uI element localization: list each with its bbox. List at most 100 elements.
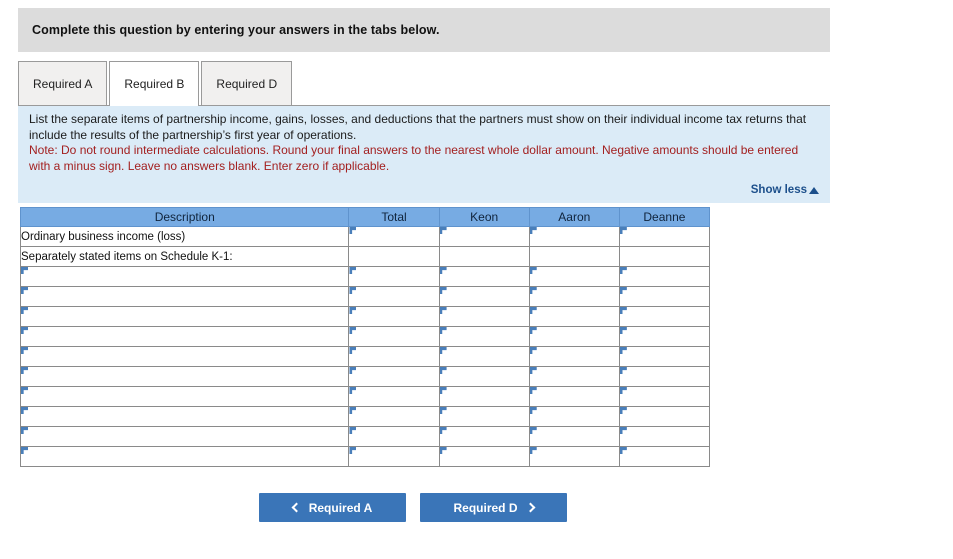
amount-input[interactable] bbox=[348, 286, 440, 307]
amount-input[interactable] bbox=[618, 226, 711, 247]
amount-input[interactable] bbox=[618, 346, 711, 367]
description-input[interactable] bbox=[19, 326, 350, 347]
amount-cell bbox=[618, 246, 711, 267]
column-header-deanne: Deanne bbox=[618, 207, 711, 227]
amount-input[interactable] bbox=[348, 226, 440, 247]
amount-input[interactable] bbox=[438, 406, 530, 427]
amount-input[interactable] bbox=[618, 266, 711, 287]
column-header-description: Description bbox=[19, 207, 350, 227]
table-row bbox=[19, 426, 711, 447]
description-input[interactable] bbox=[19, 286, 350, 307]
caret-up-icon bbox=[809, 186, 819, 194]
tab-label: Required A bbox=[33, 76, 93, 91]
amount-cell bbox=[528, 246, 620, 267]
description-label: Ordinary business income (loss) bbox=[19, 226, 350, 247]
amount-input[interactable] bbox=[348, 306, 440, 327]
amount-input[interactable] bbox=[528, 446, 620, 467]
description-input[interactable] bbox=[19, 366, 350, 387]
table-row bbox=[19, 446, 711, 467]
tab-required-d[interactable]: Required D bbox=[201, 61, 293, 105]
tab-strip: Required A Required B Required D bbox=[18, 60, 830, 106]
amount-input[interactable] bbox=[528, 386, 620, 407]
table-row bbox=[19, 346, 711, 367]
amount-input[interactable] bbox=[438, 346, 530, 367]
amount-input[interactable] bbox=[528, 286, 620, 307]
show-less-link[interactable]: Show less bbox=[751, 184, 819, 196]
description-input[interactable] bbox=[19, 446, 350, 467]
amount-input[interactable] bbox=[348, 366, 440, 387]
tab-label: Required B bbox=[124, 77, 185, 91]
amount-input[interactable] bbox=[528, 226, 620, 247]
amount-input[interactable] bbox=[438, 266, 530, 287]
instruction-text: List the separate items of partnership i… bbox=[29, 112, 807, 142]
banner-title: Complete this question by entering your … bbox=[32, 23, 440, 37]
amount-input[interactable] bbox=[348, 346, 440, 367]
amount-cell bbox=[348, 246, 440, 267]
table-row bbox=[19, 326, 711, 347]
prev-required-a-button[interactable]: Required A bbox=[259, 493, 406, 522]
question-banner: Complete this question by entering your … bbox=[18, 8, 830, 52]
prev-button-label: Required A bbox=[308, 500, 373, 515]
table-head: Description Total Keon Aaron Deanne bbox=[19, 207, 711, 227]
amount-input[interactable] bbox=[438, 386, 530, 407]
amount-input[interactable] bbox=[618, 286, 711, 307]
table-row bbox=[19, 286, 711, 307]
amount-input[interactable] bbox=[348, 426, 440, 447]
answer-table: Description Total Keon Aaron Deanne Ordinary… bbox=[19, 207, 711, 467]
amount-input[interactable] bbox=[618, 446, 711, 467]
description-input[interactable] bbox=[19, 306, 350, 327]
amount-input[interactable] bbox=[618, 386, 711, 407]
description-input[interactable] bbox=[19, 406, 350, 427]
table-row bbox=[19, 306, 711, 327]
amount-input[interactable] bbox=[438, 326, 530, 347]
description-input[interactable] bbox=[19, 386, 350, 407]
table-body: Ordinary business income (loss) Separatel… bbox=[19, 226, 711, 467]
amount-input[interactable] bbox=[438, 426, 530, 447]
instruction-note: Note: Do not round intermediate calculat… bbox=[29, 143, 799, 173]
description-input[interactable] bbox=[19, 346, 350, 367]
table-row bbox=[19, 366, 711, 387]
tab-label: Required D bbox=[216, 76, 278, 91]
amount-input[interactable] bbox=[528, 266, 620, 287]
amount-input[interactable] bbox=[348, 386, 440, 407]
amount-input[interactable] bbox=[348, 446, 440, 467]
amount-input[interactable] bbox=[528, 366, 620, 387]
table-row bbox=[19, 266, 711, 287]
chevron-left-icon bbox=[291, 502, 302, 513]
instructions-panel: List the separate items of partnership i… bbox=[18, 106, 830, 203]
table-row bbox=[19, 386, 711, 407]
amount-input[interactable] bbox=[618, 406, 711, 427]
table-row: Separately stated items on Schedule K-1: bbox=[19, 246, 711, 267]
amount-input[interactable] bbox=[438, 446, 530, 467]
chevron-right-icon bbox=[525, 502, 535, 513]
description-input[interactable] bbox=[19, 426, 350, 447]
show-less-label: Show less bbox=[750, 184, 807, 196]
amount-input[interactable] bbox=[618, 366, 711, 387]
amount-input[interactable] bbox=[528, 426, 620, 447]
amount-input[interactable] bbox=[438, 286, 530, 307]
tab-required-a[interactable]: Required A bbox=[18, 61, 108, 105]
next-required-d-button[interactable]: Required D bbox=[420, 493, 567, 522]
description-input[interactable] bbox=[19, 266, 350, 287]
amount-input[interactable] bbox=[618, 426, 711, 447]
amount-input[interactable] bbox=[438, 366, 530, 387]
amount-input[interactable] bbox=[438, 226, 530, 247]
navigation-buttons: Required A Required D bbox=[259, 493, 567, 522]
amount-input[interactable] bbox=[528, 306, 620, 327]
table-row bbox=[19, 406, 711, 427]
amount-cell bbox=[438, 246, 530, 267]
amount-input[interactable] bbox=[438, 306, 530, 327]
amount-input[interactable] bbox=[528, 346, 620, 367]
tab-required-b[interactable]: Required B bbox=[109, 61, 200, 106]
amount-input[interactable] bbox=[348, 406, 440, 427]
amount-input[interactable] bbox=[528, 326, 620, 347]
column-header-total: Total bbox=[348, 207, 440, 227]
table-row: Ordinary business income (loss) bbox=[19, 226, 711, 247]
amount-input[interactable] bbox=[528, 406, 620, 427]
amount-input[interactable] bbox=[618, 306, 711, 327]
amount-input[interactable] bbox=[348, 326, 440, 347]
amount-input[interactable] bbox=[348, 266, 440, 287]
table-header-row: Description Total Keon Aaron Deanne bbox=[19, 207, 711, 227]
amount-input[interactable] bbox=[618, 326, 711, 347]
column-header-keon: Keon bbox=[438, 207, 530, 227]
